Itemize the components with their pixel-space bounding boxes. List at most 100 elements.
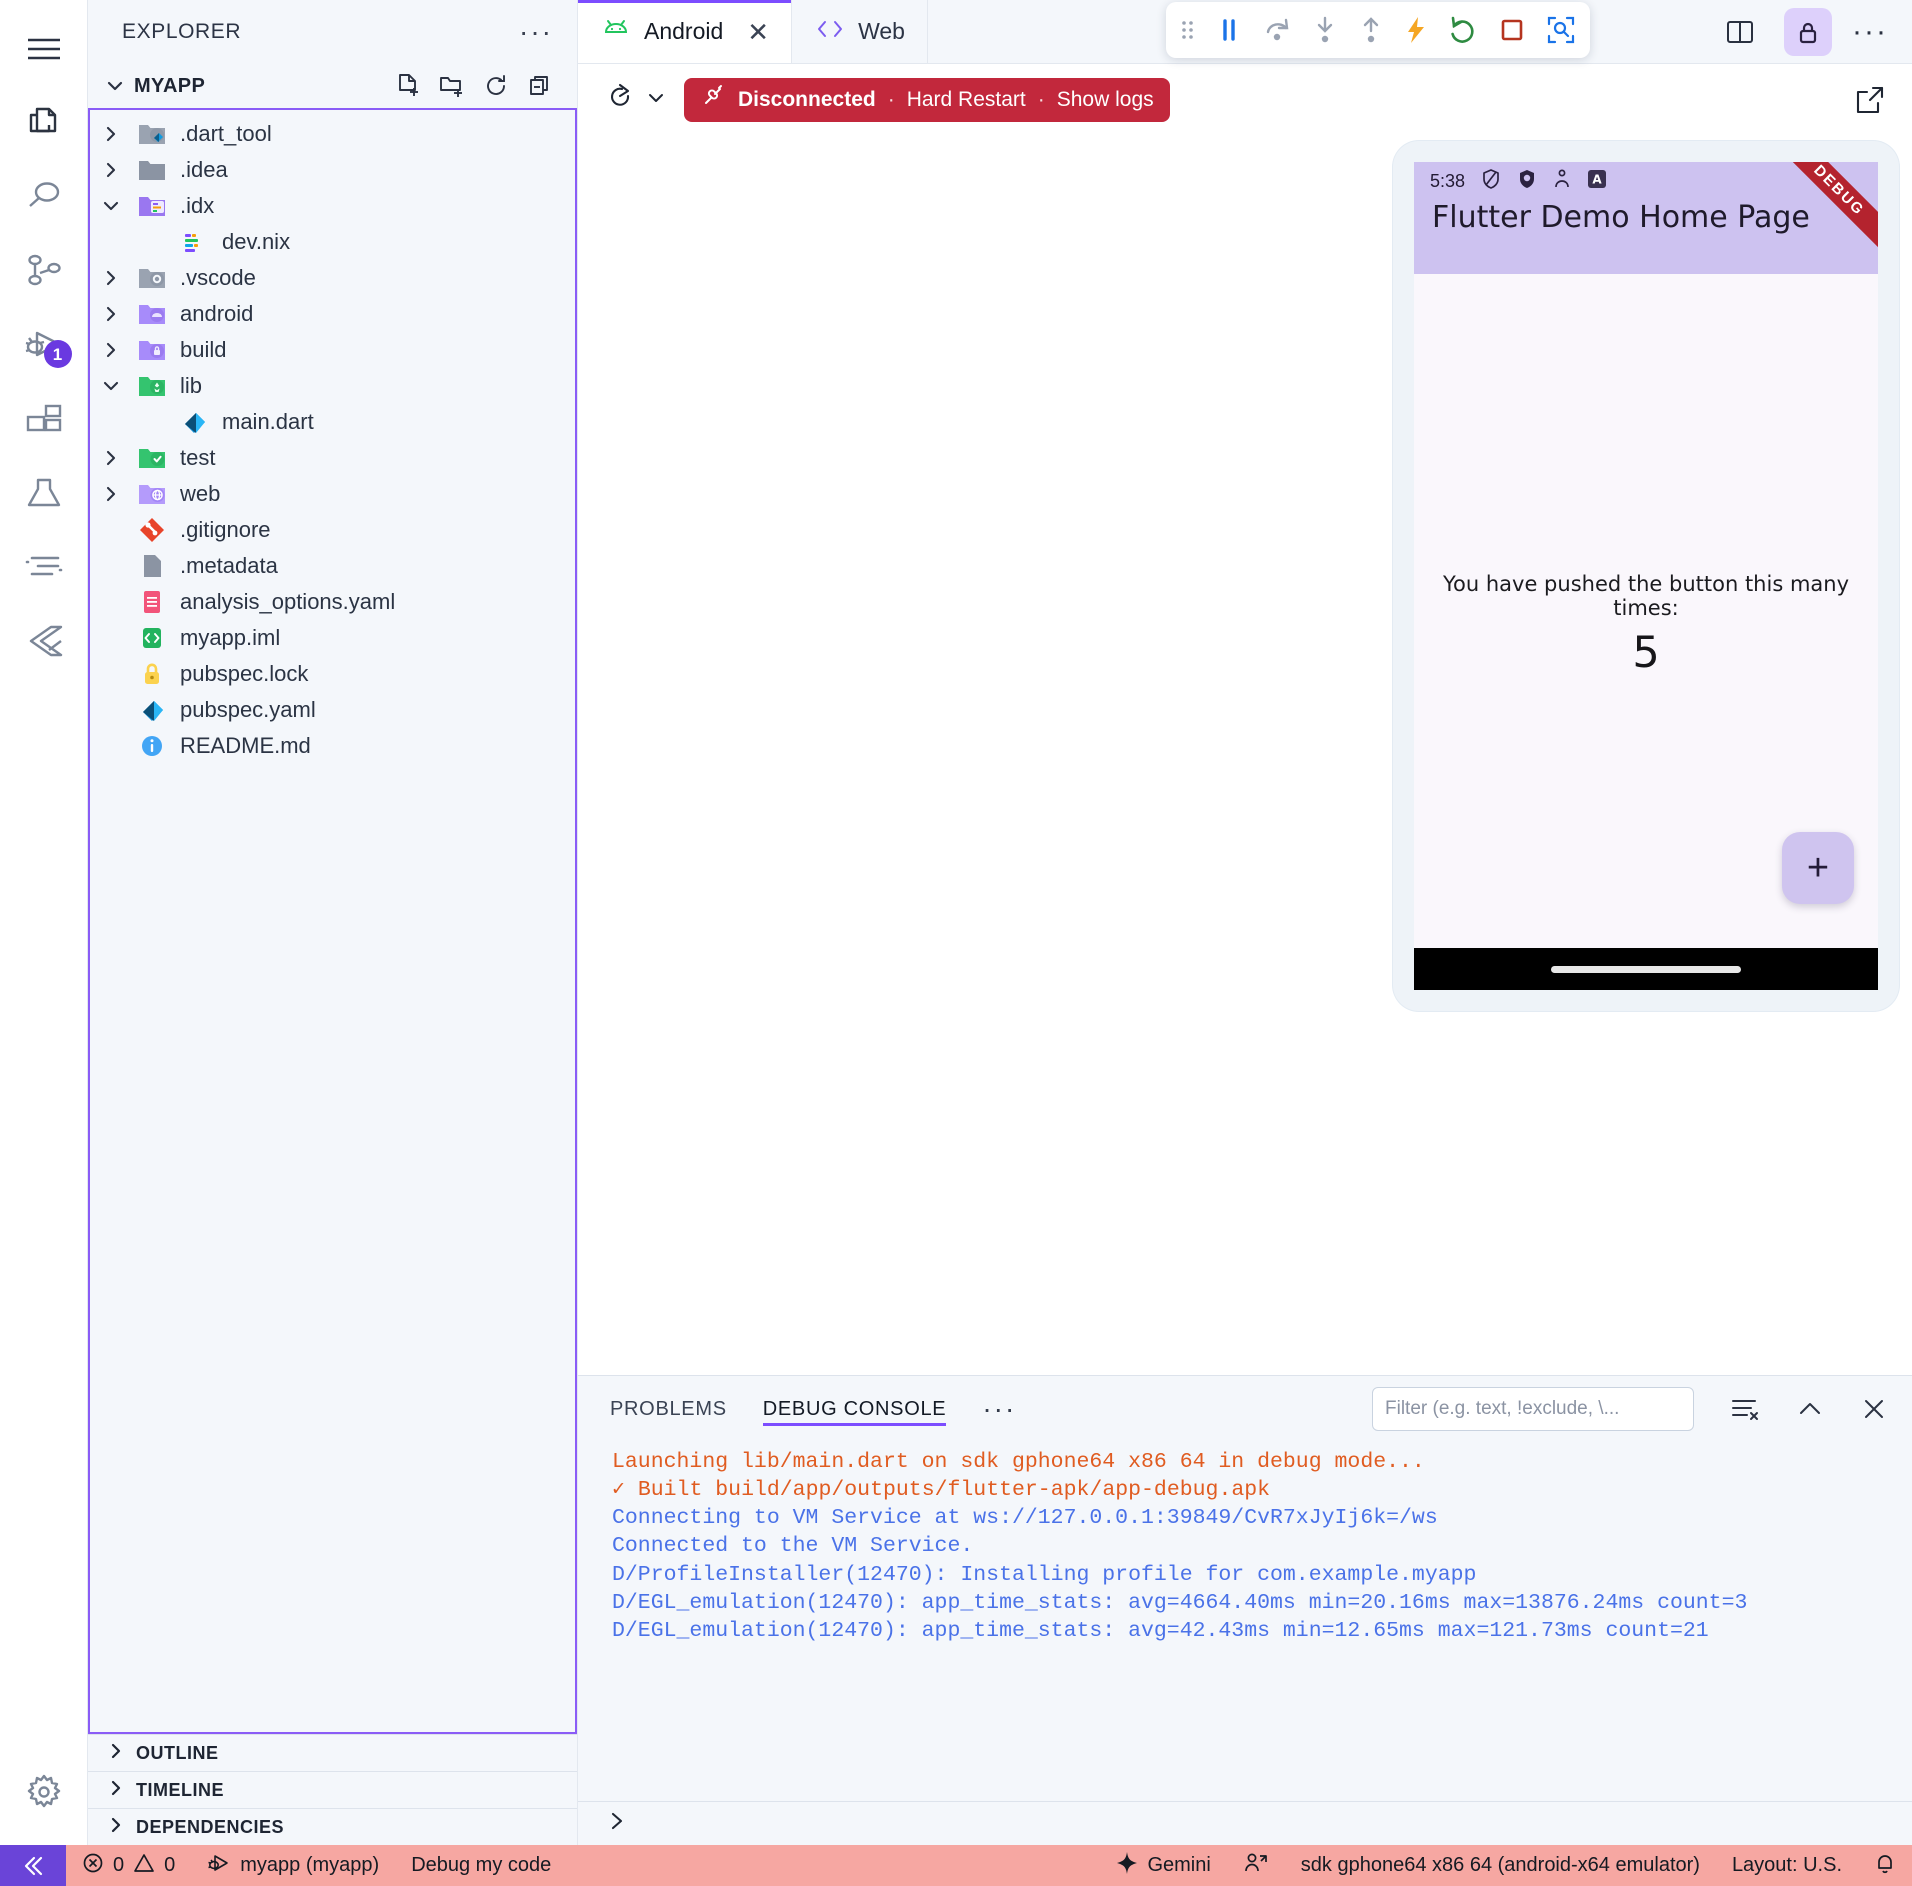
tab-problems[interactable]: PROBLEMS — [610, 1376, 727, 1442]
chevron-right-icon[interactable] — [90, 449, 132, 467]
source-control-icon[interactable] — [8, 234, 80, 308]
app-bar: 5:38 A Flutter Demo Home Page DEBUG — [1414, 162, 1878, 274]
step-into-icon[interactable] — [1312, 15, 1338, 45]
tree-item-build[interactable]: build — [90, 332, 575, 368]
close-panel-icon[interactable] — [1860, 1395, 1888, 1423]
vscode-window: 1 EXPLORER ··· MYAPP .dart_tool .idea .i… — [0, 0, 1912, 1886]
menu-icon[interactable] — [8, 12, 80, 86]
chevron-right-icon — [108, 1780, 124, 1801]
chevron-down-icon[interactable] — [90, 377, 132, 395]
banner-show-logs[interactable]: Show logs — [1057, 88, 1154, 112]
panel-outline[interactable]: OUTLINE — [88, 1734, 577, 1771]
banner-sep-1: · — [887, 88, 895, 111]
testing-icon[interactable] — [8, 456, 80, 530]
tab-android[interactable]: Android ✕ — [578, 0, 793, 63]
new-file-icon[interactable] — [395, 73, 421, 99]
console-prompt-row[interactable] — [578, 1801, 1912, 1845]
console-filter-input[interactable] — [1372, 1387, 1694, 1431]
gear-icon[interactable] — [8, 1755, 80, 1829]
project-section-header[interactable]: MYAPP — [88, 64, 577, 108]
disconnected-banner[interactable]: Disconnected · Hard Restart · Show logs — [684, 78, 1170, 122]
tree-item-main-dart[interactable]: main.dart — [90, 404, 575, 440]
chevron-right-icon[interactable] — [90, 305, 132, 323]
tree-item-label: pubspec.yaml — [180, 697, 316, 722]
hot-restart-icon[interactable] — [1448, 15, 1478, 45]
chevron-right-icon[interactable] — [90, 485, 132, 503]
inspect-widget-icon[interactable] — [1546, 15, 1576, 45]
hot-reload-icon[interactable] — [1404, 15, 1428, 45]
status-problems[interactable]: 0 0 — [66, 1845, 191, 1886]
tree-item-analysis-options-yaml[interactable]: analysis_options.yaml — [90, 584, 575, 620]
status-device[interactable]: sdk gphone64 x86 64 (android-x64 emulato… — [1285, 1845, 1716, 1886]
tree-item-metadata[interactable]: .metadata — [90, 548, 575, 584]
status-debug-action[interactable]: Debug my code — [395, 1845, 567, 1886]
counter-block: You have pushed the button this many tim… — [1414, 572, 1878, 678]
tree-item-vscode[interactable]: .vscode — [90, 260, 575, 296]
status-gemini[interactable]: Gemini — [1100, 1845, 1226, 1886]
tree-item-readme-md[interactable]: README.md — [90, 728, 575, 764]
folder-android-icon — [132, 299, 172, 329]
status-notifications[interactable] — [1858, 1845, 1912, 1886]
console-output[interactable]: Launching lib/main.dart on sdk gphone64 … — [578, 1442, 1912, 1801]
chevron-down-icon[interactable] — [90, 197, 132, 215]
panel-timeline[interactable]: TIMELINE — [88, 1771, 577, 1808]
tree-item-android[interactable]: android — [90, 296, 575, 332]
tab-debug-console[interactable]: DEBUG CONSOLE — [762, 1376, 947, 1442]
lock-icon[interactable] — [1784, 7, 1833, 56]
remote-window-icon[interactable] — [0, 1845, 66, 1886]
pause-icon[interactable] — [1216, 16, 1242, 44]
clear-console-icon[interactable] — [1730, 1395, 1760, 1423]
error-icon — [82, 1852, 104, 1880]
drag-handle-icon[interactable] — [1180, 17, 1196, 43]
step-out-icon[interactable] — [1358, 15, 1384, 45]
search-icon[interactable] — [8, 160, 80, 234]
restart-dropdown[interactable] — [606, 82, 666, 119]
tree-item-idx[interactable]: .idx — [90, 188, 575, 224]
chevron-right-icon[interactable] — [90, 161, 132, 179]
banner-status: Disconnected — [738, 88, 876, 111]
tree-item-dev-nix[interactable]: dev.nix — [90, 224, 575, 260]
tree-item-dart-tool[interactable]: .dart_tool — [90, 116, 575, 152]
open-external-icon[interactable] — [1854, 84, 1886, 116]
console-line: Launching lib/main.dart on sdk gphone64 … — [612, 1450, 1425, 1474]
tree-item-gitignore[interactable]: .gitignore — [90, 512, 575, 548]
tab-web[interactable]: Web — [792, 0, 928, 63]
tree-item-test[interactable]: test — [90, 440, 575, 476]
output-icon[interactable] — [8, 530, 80, 604]
more-actions-icon[interactable]: ··· — [1852, 16, 1888, 46]
collapse-panel-icon[interactable] — [1796, 1396, 1824, 1422]
stop-icon[interactable] — [1498, 16, 1526, 44]
tree-item-pubspec-yaml[interactable]: pubspec.yaml — [90, 692, 575, 728]
step-over-icon[interactable] — [1262, 15, 1292, 45]
tree-item-label: main.dart — [222, 409, 314, 434]
flutter-icon[interactable] — [8, 604, 80, 678]
home-indicator[interactable] — [1551, 965, 1741, 973]
new-folder-icon[interactable] — [439, 73, 465, 99]
vpn-key-icon — [1553, 168, 1571, 195]
collapse-all-icon[interactable] — [527, 73, 553, 99]
status-debug-target[interactable]: myapp (myapp) — [191, 1845, 395, 1886]
tree-item-label: .metadata — [180, 553, 278, 578]
tree-item-pubspec-lock[interactable]: pubspec.lock — [90, 656, 575, 692]
status-layout[interactable]: Layout: U.S. — [1716, 1845, 1858, 1886]
tab-close-icon[interactable]: ✕ — [747, 19, 769, 45]
refresh-icon[interactable] — [483, 73, 509, 99]
tree-item-myapp-iml[interactable]: myapp.iml — [90, 620, 575, 656]
panel-dependencies[interactable]: DEPENDENCIES — [88, 1808, 577, 1845]
increment-fab[interactable]: + — [1782, 832, 1854, 904]
debug-target-label: myapp (myapp) — [240, 1854, 380, 1876]
extensions-icon[interactable] — [8, 382, 80, 456]
explorer-icon[interactable] — [8, 86, 80, 160]
run-and-debug-icon[interactable]: 1 — [8, 308, 80, 382]
status-account[interactable] — [1227, 1845, 1285, 1886]
chevron-right-icon[interactable] — [90, 341, 132, 359]
explorer-more-icon[interactable]: ··· — [519, 17, 553, 45]
chevron-right-icon[interactable] — [90, 269, 132, 287]
banner-hard-restart[interactable]: Hard Restart — [907, 88, 1026, 112]
console-more-icon[interactable]: ··· — [982, 1395, 1016, 1423]
tree-item-lib[interactable]: lib — [90, 368, 575, 404]
tree-item-web[interactable]: web — [90, 476, 575, 512]
tree-item-idea[interactable]: .idea — [90, 152, 575, 188]
split-editor-icon[interactable] — [1716, 8, 1764, 56]
chevron-right-icon[interactable] — [90, 125, 132, 143]
